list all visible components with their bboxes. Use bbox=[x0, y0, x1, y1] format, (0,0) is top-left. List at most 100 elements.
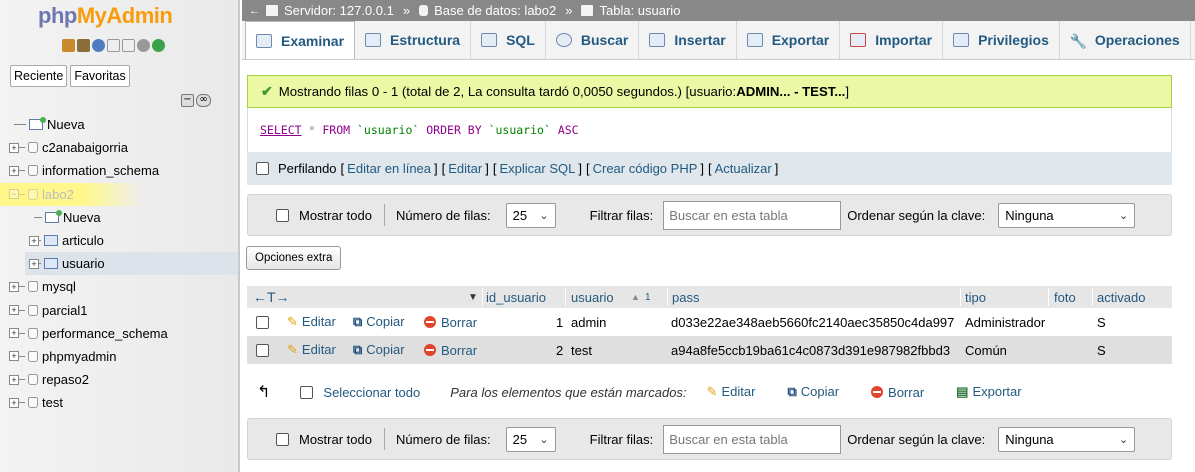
header-pass[interactable]: pass bbox=[672, 290, 699, 305]
tab-exportar[interactable]: Exportar bbox=[737, 21, 841, 59]
copy-row-button[interactable]: ⧉ Copiar bbox=[353, 314, 405, 330]
column-visibility-icon[interactable]: ▼ bbox=[468, 292, 478, 303]
delete-row-button[interactable]: Borrar bbox=[424, 315, 477, 330]
sql-query-box[interactable]: SELECT * FROM `usuario` ORDER BY `usuari… bbox=[247, 108, 1172, 152]
expand-icon[interactable]: + bbox=[9, 328, 19, 339]
expand-icon[interactable]: + bbox=[9, 305, 19, 316]
sort-key-select[interactable]: Ninguna ⌄ bbox=[998, 202, 1136, 228]
tree-item-new-table[interactable]: Nueva bbox=[0, 206, 238, 229]
expand-icon[interactable]: + bbox=[29, 235, 39, 246]
extra-options-button[interactable]: Opciones extra bbox=[246, 246, 342, 270]
header-foto[interactable]: foto bbox=[1054, 290, 1076, 305]
header-id-usuario[interactable]: id_usuario bbox=[486, 290, 546, 305]
tree-item-phpmyadmin[interactable]: + phpmyadmin bbox=[0, 345, 238, 368]
header-usuario[interactable]: usuario bbox=[571, 290, 614, 305]
tree-item-performance-schema[interactable]: + performance_schema bbox=[0, 322, 238, 345]
tree-item-parcial1[interactable]: + parcial1 bbox=[0, 299, 238, 322]
collapse-all-icon[interactable]: − bbox=[181, 94, 194, 107]
create-php-link[interactable]: Crear código PHP bbox=[593, 161, 698, 176]
new-db-icon bbox=[29, 117, 46, 131]
explain-sql-link[interactable]: Explicar SQL bbox=[499, 161, 575, 176]
tab-estructura[interactable]: Estructura bbox=[355, 21, 472, 59]
tree-item-mysql[interactable]: + mysql bbox=[0, 275, 238, 298]
tab-operaciones[interactable]: 🔧 Operaciones bbox=[1060, 21, 1191, 59]
column-arrows-icon[interactable]: ←T→ bbox=[253, 289, 290, 305]
show-all-checkbox[interactable] bbox=[276, 432, 289, 446]
browse-icon bbox=[256, 33, 272, 48]
show-all-checkbox[interactable] bbox=[276, 208, 289, 222]
header-tipo[interactable]: tipo bbox=[965, 290, 986, 305]
expand-icon[interactable]: + bbox=[9, 165, 19, 176]
tab-buscar[interactable]: Buscar bbox=[546, 21, 640, 59]
delete-row-button[interactable]: Borrar bbox=[424, 343, 477, 358]
database-icon bbox=[28, 304, 38, 316]
tree-item-c2anabaigorria[interactable]: + c2anabaigorria bbox=[0, 136, 238, 159]
sql-docs-icon[interactable] bbox=[122, 39, 135, 52]
breadcrumb: ← Servidor: 127.0.0.1 » Base de datos: l… bbox=[242, 0, 1195, 21]
expand-icon[interactable]: + bbox=[9, 142, 19, 153]
tree-item-articulo[interactable]: + articulo bbox=[0, 229, 238, 252]
select-all-checkbox[interactable] bbox=[300, 385, 314, 399]
filter-rows-input[interactable]: Buscar en esta tabla bbox=[663, 424, 842, 454]
favorites-tab[interactable]: Favoritas bbox=[70, 65, 130, 87]
gear-icon[interactable] bbox=[137, 39, 150, 52]
chevron-down-icon: ⌄ bbox=[1119, 433, 1129, 446]
tree-item-information-schema[interactable]: + information_schema bbox=[0, 159, 238, 182]
header-activado[interactable]: activado bbox=[1097, 290, 1145, 305]
bulk-export-button[interactable]: ▤ Exportar bbox=[956, 384, 1021, 400]
tab-privilegios[interactable]: Privilegios bbox=[943, 21, 1060, 59]
breadcrumb-server[interactable]: Servidor: 127.0.0.1 bbox=[284, 3, 394, 18]
nav-icon-bar bbox=[62, 39, 165, 52]
bulk-copy-button[interactable]: ⧉ Copiar bbox=[787, 384, 839, 400]
breadcrumb-database[interactable]: Base de datos: labo2 bbox=[434, 3, 556, 18]
rows-per-page-select[interactable]: 25 ⌄ bbox=[505, 426, 556, 452]
profiling-checkbox[interactable] bbox=[256, 162, 269, 175]
bulk-delete-button[interactable]: Borrar bbox=[871, 385, 924, 400]
rows-per-page-select[interactable]: 25 ⌄ bbox=[505, 202, 556, 228]
home-icon[interactable] bbox=[62, 39, 75, 52]
tree-item-repaso2[interactable]: + repaso2 bbox=[0, 368, 238, 391]
expand-icon[interactable]: + bbox=[29, 258, 39, 269]
row-checkbox[interactable] bbox=[256, 315, 269, 329]
collapse-icon[interactable]: − bbox=[9, 189, 19, 200]
sort-key-select[interactable]: Ninguna ⌄ bbox=[998, 426, 1136, 452]
row-checkbox[interactable] bbox=[256, 343, 269, 357]
reload-icon[interactable] bbox=[152, 39, 165, 52]
inline-edit-link[interactable]: Editar en línea bbox=[347, 161, 431, 176]
chevron-down-icon: ⌄ bbox=[539, 209, 549, 222]
refresh-link[interactable]: Actualizar bbox=[715, 161, 772, 176]
edit-link[interactable]: Editar bbox=[448, 161, 482, 176]
select-all-label[interactable]: Seleccionar todo bbox=[323, 385, 420, 400]
server-icon bbox=[266, 5, 278, 16]
tree-item-labo2[interactable]: − labo2 bbox=[0, 182, 238, 206]
expand-icon[interactable]: + bbox=[9, 281, 19, 292]
tab-sql[interactable]: SQL bbox=[471, 21, 546, 59]
edit-row-button[interactable]: ✎ Editar bbox=[287, 342, 336, 358]
expand-icon[interactable]: + bbox=[9, 397, 19, 408]
link-with-main-icon[interactable]: ∞ bbox=[196, 94, 211, 107]
phpmyadmin-logo[interactable]: phpMyAdmin bbox=[38, 3, 173, 29]
docs-icon[interactable] bbox=[107, 39, 120, 52]
edit-row-button[interactable]: ✎ Editar bbox=[287, 314, 336, 330]
recent-tab[interactable]: Reciente bbox=[10, 65, 68, 87]
expand-icon[interactable]: + bbox=[9, 374, 19, 385]
tree-item-usuario[interactable]: + usuario bbox=[25, 252, 238, 276]
pencil-icon: ✎ bbox=[706, 384, 718, 399]
tab-examinar[interactable]: Examinar bbox=[245, 21, 356, 59]
tree-item-test[interactable]: + test bbox=[0, 391, 238, 414]
tab-more[interactable] bbox=[1191, 21, 1195, 59]
expand-icon[interactable]: + bbox=[9, 351, 19, 362]
tree-item-new[interactable]: Nueva bbox=[0, 113, 238, 136]
filter-rows-input[interactable]: Buscar en esta tabla bbox=[663, 200, 842, 230]
bulk-edit-button[interactable]: ✎ Editar bbox=[707, 384, 756, 400]
help-icon[interactable] bbox=[92, 39, 105, 52]
delete-icon bbox=[424, 315, 436, 328]
arrow-left-icon[interactable]: ← bbox=[249, 5, 260, 17]
tab-importar[interactable]: Importar bbox=[840, 21, 944, 59]
tab-insertar[interactable]: Insertar bbox=[639, 21, 737, 59]
copy-row-button[interactable]: ⧉ Copiar bbox=[353, 342, 405, 358]
results-table: ←T→ ▼ id_usuario usuario ▲ 1 pass tipo f… bbox=[247, 286, 1172, 364]
breadcrumb-table[interactable]: Tabla: usuario bbox=[599, 3, 680, 18]
query-links-bar: Perfilando [ Editar en línea] [ Editar] … bbox=[247, 152, 1172, 185]
logout-icon[interactable] bbox=[77, 39, 90, 52]
